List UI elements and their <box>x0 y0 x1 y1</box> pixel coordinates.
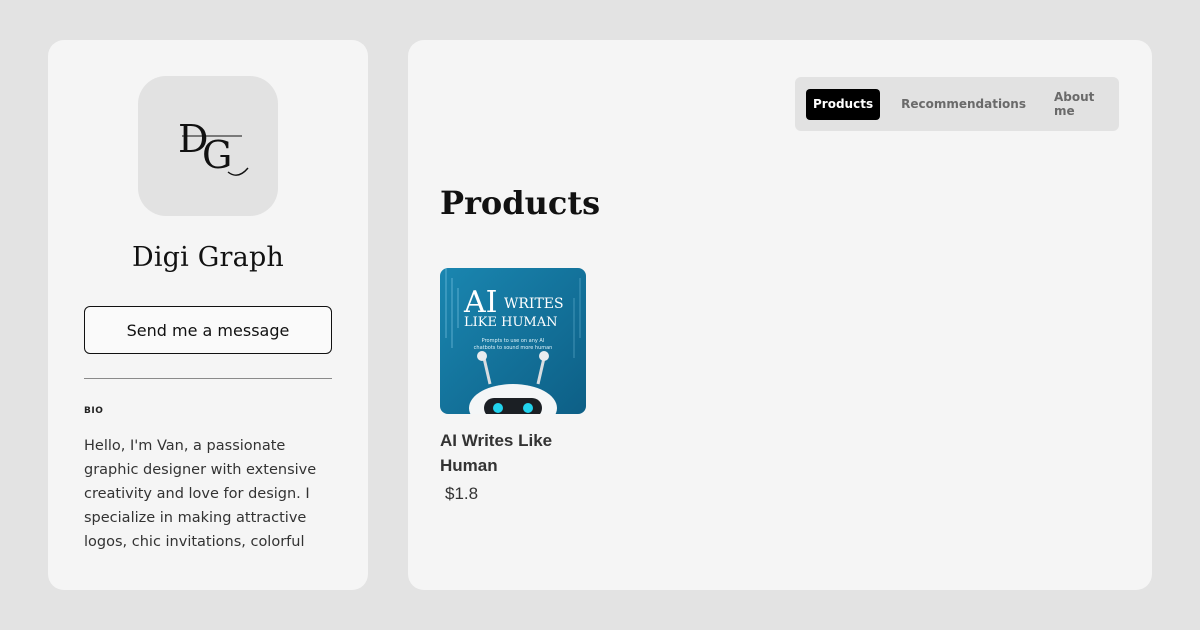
svg-text:G: G <box>202 133 232 177</box>
store-logo: D G <box>138 76 278 216</box>
svg-text:Prompts to use on any AI: Prompts to use on any AI <box>482 338 545 344</box>
send-message-button[interactable]: Send me a message <box>84 306 332 354</box>
store-name: Digi Graph <box>131 242 285 273</box>
section-title: Products <box>440 184 601 222</box>
dg-monogram-logo-icon: D G <box>178 117 249 177</box>
bio-label: BIO <box>84 406 104 416</box>
svg-text:WRITES: WRITES <box>504 296 564 312</box>
svg-text:chatbots to sound more human: chatbots to sound more human <box>474 345 553 351</box>
tab-about-me[interactable]: About me <box>1047 89 1119 120</box>
svg-text:LIKE HUMAN: LIKE HUMAN <box>464 315 557 330</box>
product-price: $1.8 <box>445 484 479 503</box>
tab-recommendations[interactable]: Recommendations <box>894 89 1033 120</box>
bio-text: Hello, I'm Van, a passionate graphic des… <box>84 438 317 550</box>
divider <box>84 378 332 379</box>
tab-products[interactable]: Products <box>806 88 881 120</box>
product-card[interactable]: AI WRITES LIKE HUMAN Prompts to use on a… <box>440 268 590 504</box>
product-thumbnail[interactable]: AI WRITES LIKE HUMAN Prompts to use on a… <box>440 268 586 414</box>
product-name[interactable]: AI Writes Like Human <box>440 428 580 478</box>
tab-bar: Products Recommendations About me <box>795 77 1119 131</box>
profile-card: D G Digi Graph Send me a message BIO Hel… <box>48 40 368 590</box>
main-card: Products Recommendations About me Produc… <box>408 40 1152 590</box>
